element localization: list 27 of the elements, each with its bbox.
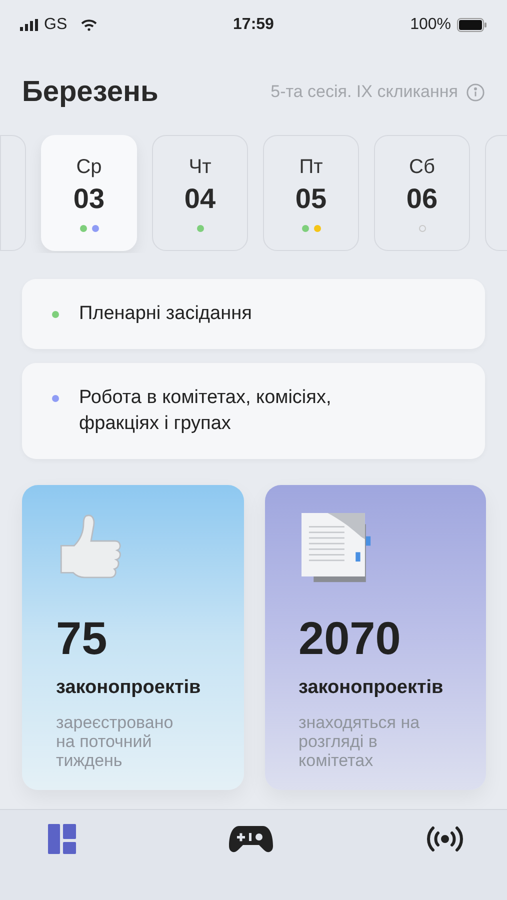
stat-card[interactable]: 2070 законопроектів знаходяться на розгляді в комітетах [264, 485, 486, 790]
stat-note: знаходяться на розгляді в комітетах [298, 713, 421, 770]
carrier-name: GS [44, 16, 68, 34]
clock-time: 17:59 [233, 16, 274, 34]
session-label: 5-та сесія. IX скликання [270, 82, 458, 102]
stat-card[interactable]: 75 законопроектів зареєстровано на поточний тиждень [22, 485, 244, 790]
date-number: 05 [295, 183, 327, 215]
stat-count: 75 [56, 611, 108, 665]
date-number: 03 [73, 183, 105, 215]
stat-unit: законопроектів [56, 677, 202, 699]
battery-percent: 100% [410, 16, 451, 34]
date-number: 06 [406, 183, 438, 215]
legend-label: Пленарні засідання [79, 302, 252, 326]
day-card[interactable]: Пт 05 [263, 135, 359, 251]
day-card[interactable]: Сб 06 [374, 135, 470, 251]
legend-label: Робота в комітетах, комісіях, фракціях і групах [79, 386, 332, 436]
stat-unit: законопроектів [298, 677, 444, 699]
weekday-label: Сб [409, 156, 435, 179]
date-number: 04 [184, 183, 216, 215]
stat-count: 2070 [298, 611, 402, 665]
stat-note: зареєстровано на поточний тиждень [56, 713, 174, 770]
day-card[interactable]: Чт 04 [152, 135, 248, 251]
day-card[interactable]: Ср 03 [41, 135, 137, 251]
month-title: Березень [22, 76, 158, 108]
weekday-label: Чт [188, 156, 212, 179]
weekday-label: Пт [299, 156, 323, 179]
weekday-label: Ср [76, 156, 102, 179]
